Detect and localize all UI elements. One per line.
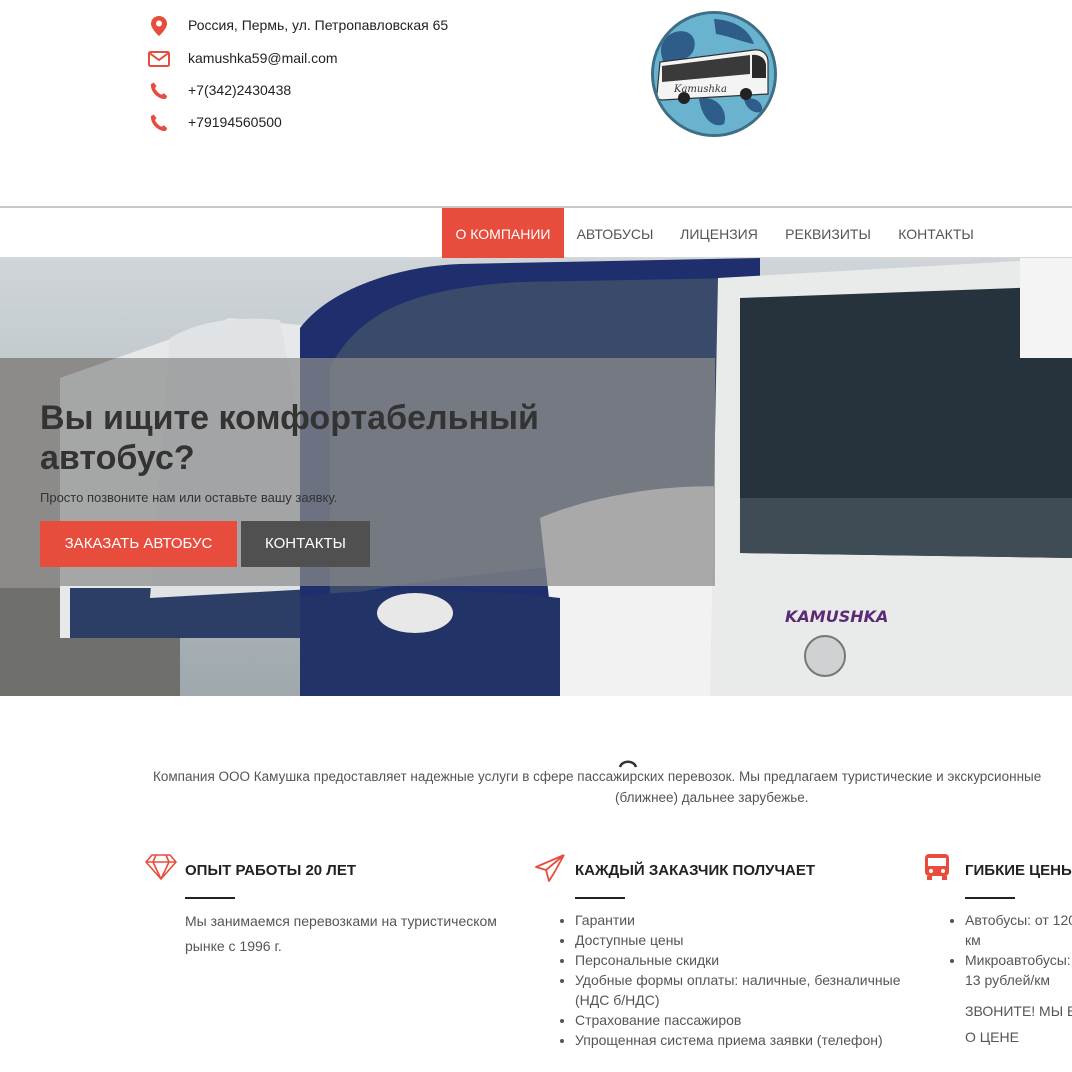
feature-divider [575,897,625,899]
phone-1-text[interactable]: +7(342)2430438 [188,82,291,98]
feature-customer-list: Гарантии Доступные цены Персональные ски… [555,910,905,1050]
hero-banner: KAMUSHKA Вы ищите комфортабельный автобу… [0,258,1072,696]
envelope-icon [148,48,170,70]
email-link[interactable]: kamushka59@mail.com [188,50,338,66]
feature-divider [185,897,235,899]
list-item: Упрощенная система приема заявки (телефо… [575,1030,905,1050]
feature-prices-title: ГИБКИЕ ЦЕНЬ [965,862,1072,879]
list-item: Удобные формы оплаты: наличные, безналич… [575,970,905,1010]
feature-experience-text: Мы занимаемся перевозками на туристическ… [185,913,497,954]
main-nav: О КОМПАНИИ АВТОБУСЫ ЛИЦЕНЗИЯ РЕКВИЗИТЫ К… [0,206,1072,258]
nav-item-about[interactable]: О КОМПАНИИ [442,208,564,258]
contact-phone-2[interactable]: +79194560500 [148,111,282,135]
hero-subtitle: Просто позвоните нам или оставьте вашу з… [40,490,338,505]
feature-experience-title: ОПЫТ РАБОТЫ 20 ЛЕТ [185,862,356,879]
prices-note-line-2: О ЦЕНЕ [965,1029,1019,1045]
nav-item-buses[interactable]: АВТОБУСЫ [568,208,662,258]
contact-phone-1[interactable]: +7(342)2430438 [148,79,291,103]
feature-customer-title: КАЖДЫЙ ЗАКАЗЧИК ПОЛУЧАЕТ [575,862,816,879]
diamond-icon [144,853,178,886]
contact-email[interactable]: kamushka59@mail.com [148,47,338,71]
about-text-line-1: Компания ООО Камушка предоставляет надеж… [153,769,1042,784]
list-item: Доступные цены [575,930,905,950]
feature-divider [965,897,1015,899]
map-pin-icon [148,15,170,37]
list-item: Гарантии [575,910,905,930]
list-item: Страхование пассажиров [575,1010,905,1030]
contacts-button[interactable]: КОНТАКТЫ [241,521,370,567]
nav-item-license[interactable]: ЛИЦЕНЗИЯ [672,208,766,258]
nav-item-requisites[interactable]: РЕКВИЗИТЫ [778,208,878,258]
feature-prices-list: Автобусы: от 120 км Микроавтобусы: 13 ру… [945,910,1072,990]
phone-icon [148,80,170,102]
hero-title: Вы ищите комфортабельный автобус? [40,399,539,477]
address-text: Россия, Пермь, ул. Петропавловская 65 [188,17,449,33]
phone-2-text[interactable]: +79194560500 [188,114,282,130]
paper-plane-icon [534,853,566,888]
list-item: Персональные скидки [575,950,905,970]
nav-item-contacts[interactable]: КОНТАКТЫ [888,208,984,258]
phone-icon [148,112,170,134]
bus-brand-text: KAMUSHKA [785,607,888,626]
logo-text: Kamushka [673,84,727,95]
contact-address: Россия, Пермь, ул. Петропавловская 65 [148,14,448,38]
prices-note-line-1: ЗВОНИТЕ! МЫ В [965,1003,1072,1019]
company-logo[interactable]: Kamushka [651,11,777,137]
list-item: Автобусы: от 120 км [965,910,1072,950]
bus-icon [923,852,951,887]
order-bus-button[interactable]: ЗАКАЗАТЬ АВТОБУС [40,521,237,567]
about-text-line-2: (ближнее) дальнее зарубежье. [615,790,809,805]
list-item: Микроавтобусы: 13 рублей/км [965,950,1072,990]
